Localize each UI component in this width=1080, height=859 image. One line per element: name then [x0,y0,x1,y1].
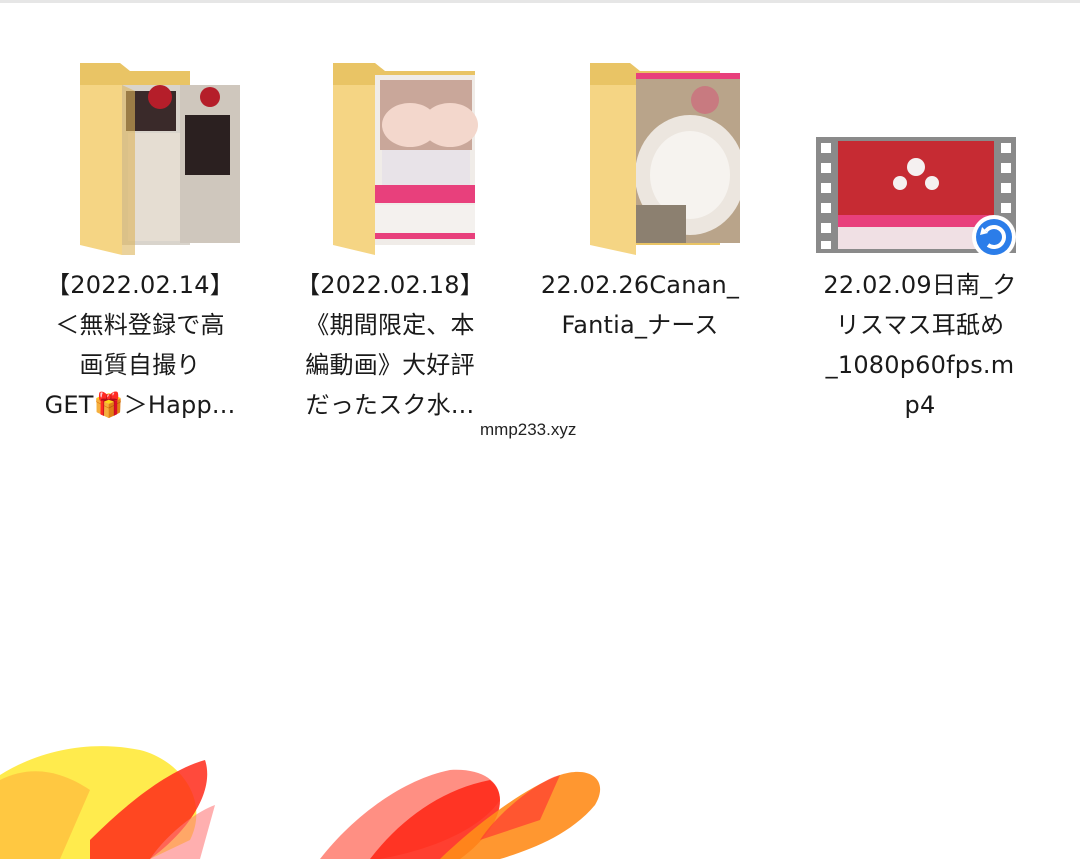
folder-item-2022-02-18[interactable]: 【2022.02.18】 《期間限定、本 編動画》大好評 だったスク水... [270,55,510,435]
decorative-brush-strokes [0,746,601,859]
video-file-item[interactable]: 22.02.09日南_ク リスマス耳舐め _1080p60fps.m p4 [800,55,1040,435]
video-filmstrip-icon [816,55,1016,260]
folder-with-photo-icon [290,55,490,260]
video-file-name-label: 22.02.09日南_ク リスマス耳舐め _1080p60fps.m p4 [823,271,1017,419]
folder-name-label: 【2022.02.14】 ＜無料登録で高 画質自撮り GET🎁＞Happ... [44,271,236,419]
window-top-border [0,0,1080,3]
file-explorer-view: 【2022.02.14】 ＜無料登録で高 画質自撮り GET🎁＞Happ... … [0,0,1080,859]
folder-name-label: 【2022.02.18】 《期間限定、本 編動画》大好評 だったスク水... [296,271,484,419]
folder-item-2022-02-26[interactable]: 22.02.26Canan_ Fantia_ナース [520,55,760,435]
folder-item-2022-02-14[interactable]: 【2022.02.14】 ＜無料登録で高 画質自撮り GET🎁＞Happ... [20,55,260,435]
folder-with-photo-icon [540,55,740,260]
folder-with-photo-icon [40,55,240,260]
folder-name-label: 22.02.26Canan_ Fantia_ナース [540,271,740,339]
watermark-text: mmp233.xyz [480,420,577,439]
